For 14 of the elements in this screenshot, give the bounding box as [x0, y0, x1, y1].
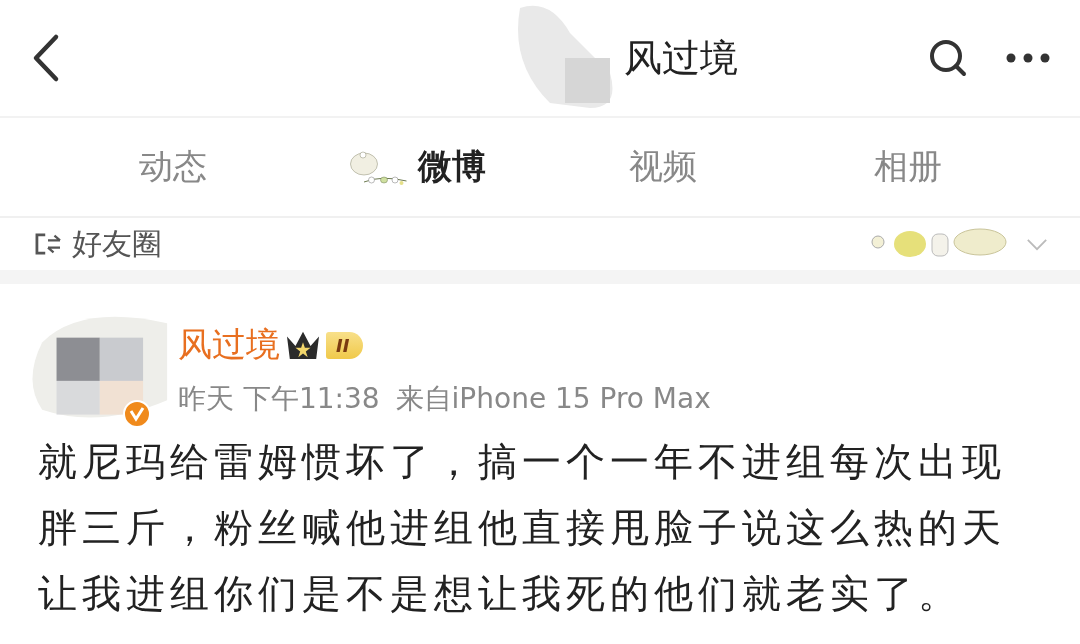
- tab[interactable]: 微博: [418, 144, 486, 190]
- swap-icon: [34, 232, 62, 256]
- more-icon[interactable]: [1006, 53, 1050, 63]
- tab[interactable]: 视频: [628, 144, 697, 190]
- filter-label[interactable]: 好友圈: [72, 223, 162, 265]
- post-text: 就尼玛给雷姆惯坏了，搞一个一年不进组每次出现胖三斤，粉丝喊他进组他直接甩脸子说这么热的天让我进组你们是不是想让我死的他们就老实了。: [38, 438, 1007, 618]
- post-time: 昨天 下午11:38: [178, 381, 380, 417]
- tab[interactable]: 相册: [873, 144, 942, 190]
- level-badge: II: [326, 331, 364, 359]
- author-name[interactable]: 风过境: [178, 322, 280, 368]
- post-source: 来自iPhone 15 Pro Max: [395, 381, 711, 417]
- tab[interactable]: 动态: [138, 144, 207, 190]
- page-title: 风过境: [624, 34, 738, 82]
- search-icon[interactable]: [928, 38, 968, 78]
